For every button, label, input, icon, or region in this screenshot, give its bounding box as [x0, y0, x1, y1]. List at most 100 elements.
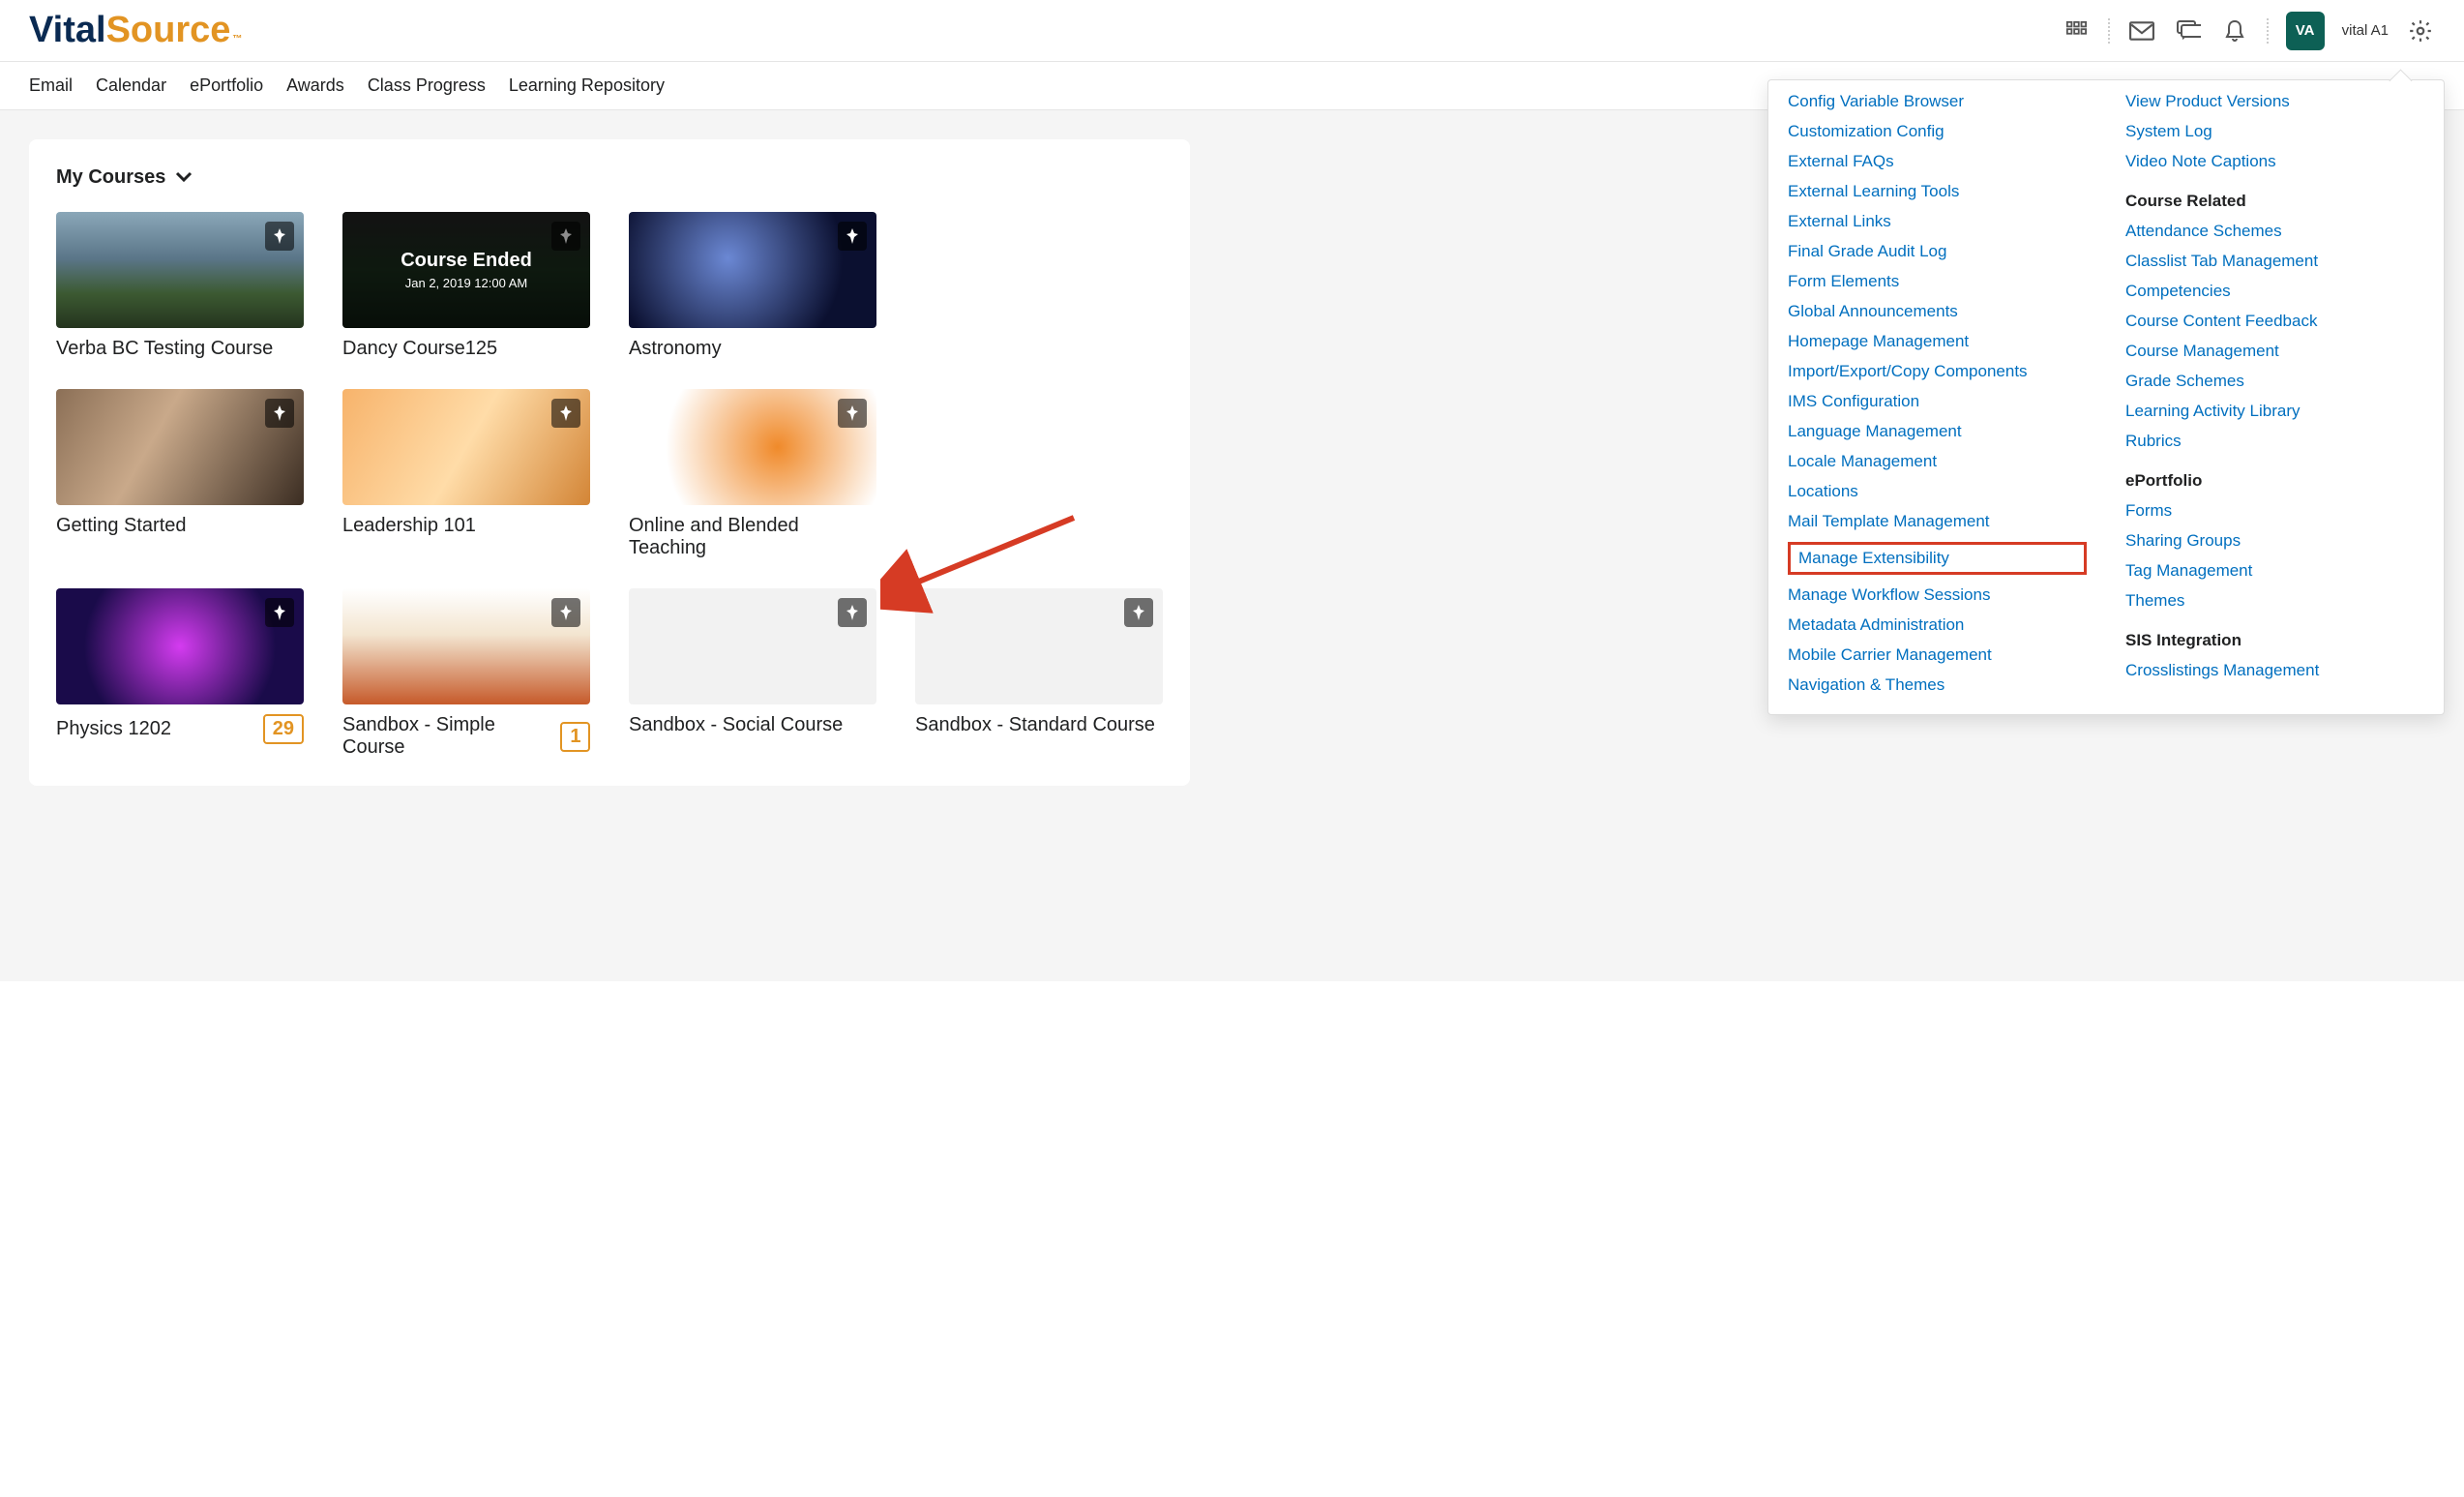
course-card[interactable] [915, 212, 1163, 360]
settings-link[interactable]: External Learning Tools [1788, 182, 2087, 201]
settings-link[interactable]: Sharing Groups [2125, 531, 2424, 551]
course-title[interactable]: Dancy Course125 [342, 338, 497, 360]
course-card[interactable]: Astronomy [629, 212, 876, 360]
course-thumbnail[interactable] [629, 212, 876, 328]
settings-link[interactable]: Mobile Carrier Management [1788, 645, 2087, 665]
gear-icon[interactable] [2406, 16, 2435, 45]
settings-link[interactable]: IMS Configuration [1788, 392, 2087, 411]
settings-link[interactable]: Crosslistings Management [2125, 661, 2424, 680]
settings-link[interactable]: Import/Export/Copy Components [1788, 362, 2087, 381]
nav-calendar[interactable]: Calendar [96, 75, 166, 96]
course-card[interactable] [915, 389, 1163, 559]
user-name[interactable]: vital A1 [2342, 22, 2389, 39]
settings-link[interactable]: Config Variable Browser [1788, 92, 2087, 111]
settings-link[interactable]: External FAQs [1788, 152, 2087, 171]
settings-link[interactable]: Language Management [1788, 422, 2087, 441]
course-title[interactable]: Sandbox - Social Course [629, 714, 843, 736]
settings-link[interactable]: Locations [1788, 482, 2087, 501]
courses-grid: Verba BC Testing Course Course EndedJan 2… [56, 212, 1163, 759]
overlay-subtitle: Jan 2, 2019 12:00 AM [405, 276, 527, 290]
notification-badge[interactable]: 29 [263, 714, 304, 744]
settings-link[interactable]: Locale Management [1788, 452, 2087, 471]
mail-icon[interactable] [2127, 16, 2156, 45]
course-title[interactable]: Leadership 101 [342, 515, 476, 537]
user-avatar[interactable]: VA [2286, 12, 2325, 50]
settings-link[interactable]: Forms [2125, 501, 2424, 521]
settings-link[interactable]: Rubrics [2125, 432, 2424, 451]
pin-icon[interactable] [551, 399, 580, 428]
avatar-initials: VA [2296, 22, 2315, 39]
notification-badge[interactable]: 1 [560, 722, 590, 752]
brand-logo[interactable]: VitalSource™ [29, 10, 242, 51]
course-card[interactable]: Verba BC Testing Course [56, 212, 304, 360]
settings-link[interactable]: External Links [1788, 212, 2087, 231]
pin-icon[interactable] [838, 598, 867, 627]
course-card[interactable]: Sandbox - Simple Course 1 [342, 588, 590, 759]
course-thumbnail[interactable] [342, 588, 590, 704]
bell-icon[interactable] [2220, 16, 2249, 45]
settings-link[interactable]: Metadata Administration [1788, 615, 2087, 635]
settings-link[interactable]: Manage Extensibility [1798, 549, 1949, 567]
nav-learning-repository[interactable]: Learning Repository [509, 75, 665, 96]
settings-link[interactable]: Homepage Management [1788, 332, 2087, 351]
course-thumbnail[interactable] [342, 389, 590, 505]
nav-awards[interactable]: Awards [286, 75, 344, 96]
course-title-row: Verba BC Testing Course [56, 338, 304, 360]
course-card[interactable]: Online and Blended Teaching [629, 389, 876, 559]
settings-link[interactable]: Video Note Captions [2125, 152, 2424, 171]
panel-title[interactable]: My Courses [56, 166, 1163, 189]
settings-link[interactable]: Manage Workflow Sessions [1788, 585, 2087, 605]
course-title[interactable]: Online and Blended Teaching [629, 515, 876, 559]
settings-link[interactable]: Global Announcements [1788, 302, 2087, 321]
course-card[interactable]: Getting Started [56, 389, 304, 559]
settings-link[interactable]: Competencies [2125, 282, 2424, 301]
settings-link[interactable]: Tag Management [2125, 561, 2424, 581]
pin-icon[interactable] [265, 598, 294, 627]
course-card[interactable]: Sandbox - Social Course [629, 588, 876, 759]
course-thumbnail[interactable] [56, 212, 304, 328]
settings-link[interactable]: System Log [2125, 122, 2424, 141]
chevron-down-icon [175, 166, 193, 189]
settings-link[interactable]: Learning Activity Library [2125, 402, 2424, 421]
course-thumbnail[interactable]: Course EndedJan 2, 2019 12:00 AM [342, 212, 590, 328]
settings-link[interactable]: Classlist Tab Management [2125, 252, 2424, 271]
pin-icon[interactable] [551, 598, 580, 627]
course-card[interactable]: Sandbox - Standard Course [915, 588, 1163, 759]
nav-eportfolio[interactable]: ePortfolio [190, 75, 263, 96]
settings-link[interactable]: Themes [2125, 591, 2424, 611]
course-title[interactable]: Astronomy [629, 338, 722, 360]
nav-class-progress[interactable]: Class Progress [368, 75, 486, 96]
chat-icon[interactable] [2174, 16, 2203, 45]
pin-icon[interactable] [265, 399, 294, 428]
course-title[interactable]: Getting Started [56, 515, 187, 537]
nav-email[interactable]: Email [29, 75, 73, 96]
course-thumbnail[interactable] [915, 588, 1163, 704]
settings-link[interactable]: Attendance Schemes [2125, 222, 2424, 241]
course-card[interactable]: Leadership 101 [342, 389, 590, 559]
settings-link[interactable]: Form Elements [1788, 272, 2087, 291]
course-card[interactable]: Course EndedJan 2, 2019 12:00 AM Dancy Co… [342, 212, 590, 360]
settings-link[interactable]: Customization Config [1788, 122, 2087, 141]
course-card[interactable]: Physics 1202 29 [56, 588, 304, 759]
course-thumbnail[interactable] [56, 389, 304, 505]
settings-link[interactable]: Course Management [2125, 342, 2424, 361]
pin-icon[interactable] [838, 222, 867, 251]
pin-icon[interactable] [1124, 598, 1153, 627]
course-title[interactable]: Physics 1202 [56, 718, 171, 740]
settings-link[interactable]: Grade Schemes [2125, 372, 2424, 391]
course-thumbnail[interactable] [56, 588, 304, 704]
brand-part1: Vital [29, 10, 106, 51]
settings-link[interactable]: Mail Template Management [1788, 512, 2087, 531]
settings-link[interactable]: Course Content Feedback [2125, 312, 2424, 331]
pin-icon[interactable] [838, 399, 867, 428]
apps-icon[interactable] [2062, 16, 2091, 45]
course-title[interactable]: Sandbox - Standard Course [915, 714, 1155, 736]
settings-link[interactable]: Final Grade Audit Log [1788, 242, 2087, 261]
settings-link[interactable]: Navigation & Themes [1788, 675, 2087, 695]
course-thumbnail[interactable] [629, 588, 876, 704]
course-thumbnail[interactable] [629, 389, 876, 505]
course-title[interactable]: Sandbox - Simple Course [342, 714, 552, 759]
course-title[interactable]: Verba BC Testing Course [56, 338, 273, 360]
settings-link[interactable]: View Product Versions [2125, 92, 2424, 111]
pin-icon[interactable] [265, 222, 294, 251]
